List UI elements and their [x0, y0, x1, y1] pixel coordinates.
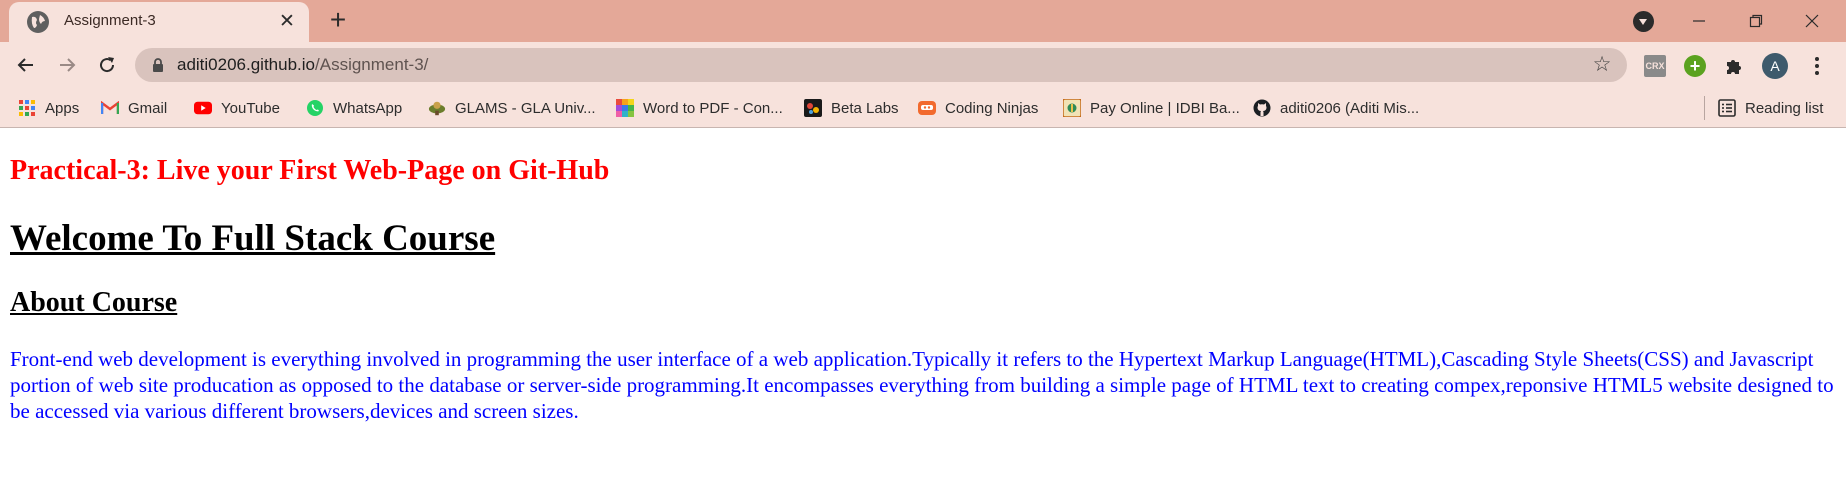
glams-icon	[428, 99, 446, 117]
beta-labs-icon	[804, 99, 822, 117]
bookmark-whatsapp[interactable]: WhatsApp	[306, 97, 402, 119]
bookmark-label: Apps	[45, 99, 80, 117]
puzzle-icon[interactable]	[1723, 55, 1745, 77]
restore-button[interactable]	[1733, 6, 1779, 36]
bookmark-word-to-pdf[interactable]: Word to PDF - Con...	[616, 97, 783, 119]
profile-avatar[interactable]: A	[1762, 53, 1788, 79]
bookmark-label: YouTube	[221, 99, 280, 117]
back-button[interactable]	[11, 50, 41, 80]
page-heading: Welcome To Full Stack Course	[10, 218, 496, 259]
bookmark-apps[interactable]: Apps	[18, 97, 79, 119]
reload-icon	[100, 57, 115, 73]
web-page-content: Practical-3: Live your First Web-Page on…	[0, 129, 1846, 478]
bookmark-label: Word to PDF - Con...	[643, 99, 783, 117]
whatsapp-icon	[306, 99, 324, 117]
tab-title: Assignment-3	[64, 12, 156, 29]
forward-button[interactable]	[52, 50, 82, 80]
bookmark-youtube[interactable]: YouTube	[194, 97, 280, 119]
url-text[interactable]: aditi0206.github.io/Assignment-3/	[177, 55, 428, 75]
page-title: Practical-3: Live your First Web-Page on…	[10, 155, 610, 186]
crx-extension-icon[interactable]: CRX	[1644, 55, 1666, 77]
bookmark-label: aditi0206 (Aditi Mis...	[1280, 99, 1420, 117]
youtube-icon	[194, 99, 212, 117]
page-subheading: About Course	[10, 287, 178, 318]
idbi-icon	[1063, 99, 1081, 117]
url-host: aditi0206.github.io	[177, 55, 316, 74]
bookmark-gmail[interactable]: Gmail	[101, 97, 167, 119]
window-close-button[interactable]	[1789, 6, 1835, 36]
bookmark-label: Coding Ninjas	[945, 99, 1039, 117]
address-bar[interactable]: aditi0206.github.io/Assignment-3/ ☆	[135, 48, 1627, 82]
bookmark-glams[interactable]: GLAMS - GLA Univ...	[428, 97, 596, 119]
arrow-left-icon	[17, 58, 33, 72]
word-to-pdf-icon	[616, 99, 634, 117]
bookmark-label: WhatsApp	[333, 99, 403, 117]
new-tab-button[interactable]: +	[326, 6, 350, 34]
gmail-icon	[101, 99, 119, 117]
bookmark-beta-labs[interactable]: Beta Labs	[804, 97, 899, 119]
bookmark-label: GLAMS - GLA Univ...	[455, 99, 596, 117]
page-paragraph: Front-end web development is everything …	[10, 347, 1834, 423]
reading-list-button[interactable]: Reading list	[1718, 97, 1823, 119]
reading-list-label: Reading list	[1745, 99, 1824, 117]
apps-grid-icon	[18, 99, 36, 117]
lock-icon[interactable]	[152, 58, 164, 72]
coding-ninjas-icon	[918, 99, 936, 117]
bookmark-coding-ninjas[interactable]: Coding Ninjas	[918, 97, 1038, 119]
bookmark-star-icon[interactable]: ☆	[1591, 54, 1613, 76]
bookmark-label: Beta Labs	[831, 99, 899, 117]
tab-close-icon[interactable]: ✕	[277, 12, 297, 32]
bookmark-github[interactable]: aditi0206 (Aditi Mis...	[1253, 97, 1419, 119]
reload-button[interactable]	[92, 50, 122, 80]
bookmark-idbi[interactable]: Pay Online | IDBI Ba...	[1063, 97, 1240, 119]
url-path: /Assignment-3/	[315, 55, 429, 74]
menu-kebab-icon[interactable]	[1806, 55, 1828, 77]
minimize-button[interactable]	[1676, 6, 1722, 36]
bookmark-label: Gmail	[128, 99, 168, 117]
bookmarks-bar: Apps Gmail YouTube WhatsApp GLAMS - GLA …	[0, 88, 1846, 128]
bookmarks-divider	[1704, 96, 1705, 120]
globe-icon	[27, 11, 49, 33]
bookmark-label: Pay Online | IDBI Ba...	[1090, 99, 1240, 117]
reading-list-icon	[1718, 99, 1736, 117]
github-icon	[1253, 99, 1271, 117]
browser-toolbar: aditi0206.github.io/Assignment-3/ ☆ CRX …	[0, 42, 1846, 88]
tab-assignment-3[interactable]: Assignment-3 ✕	[9, 2, 309, 42]
tab-search-icon[interactable]	[1633, 11, 1654, 32]
add-extension-icon[interactable]: +	[1684, 55, 1706, 77]
arrow-right-icon	[60, 58, 76, 72]
tab-strip: Assignment-3 ✕ +	[0, 0, 1846, 42]
